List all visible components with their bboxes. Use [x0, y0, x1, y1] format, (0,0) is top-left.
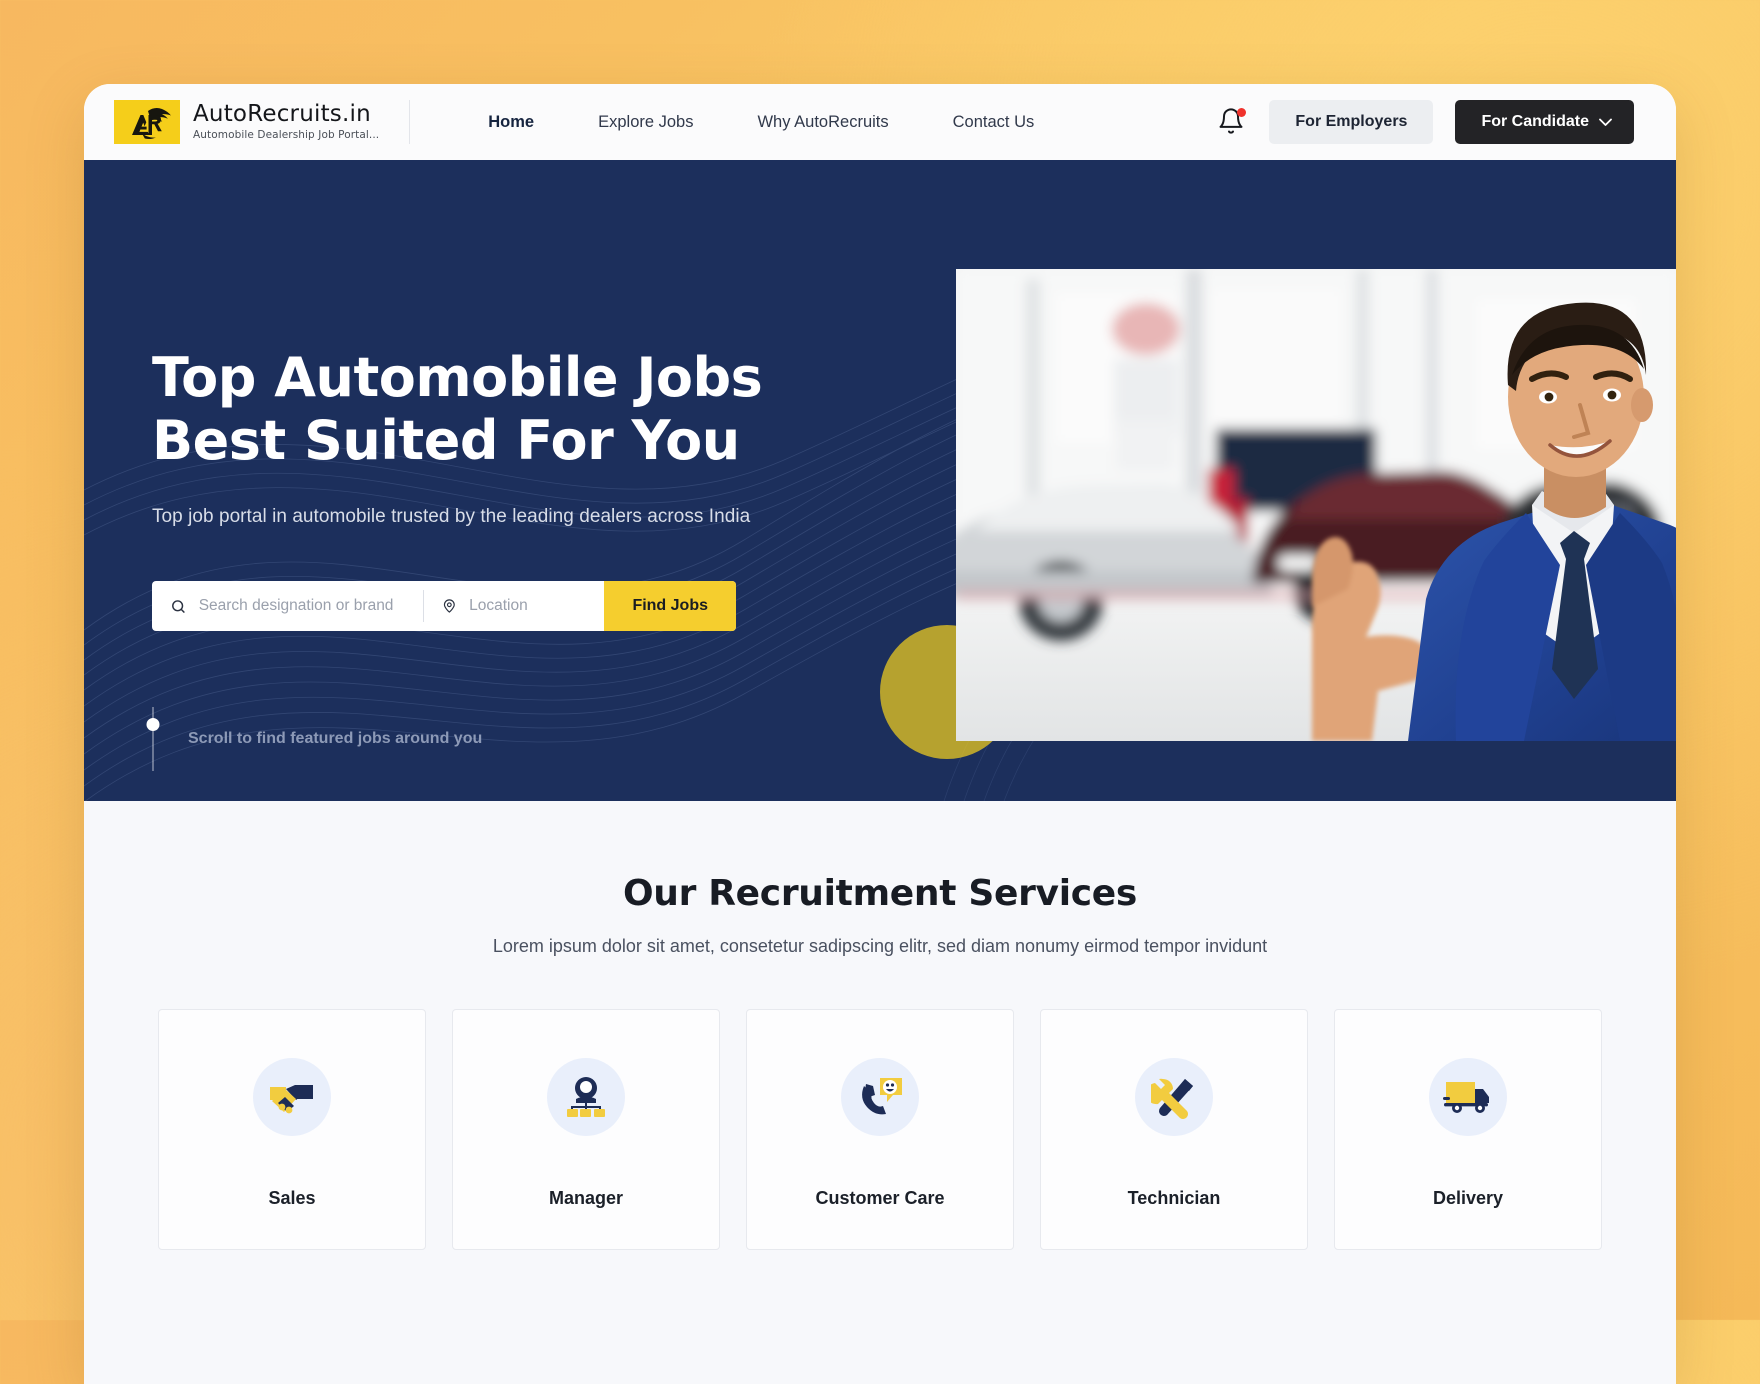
chevron-down-icon [1599, 118, 1612, 126]
job-search-bar: Find Jobs [152, 581, 736, 632]
service-card-sales[interactable]: Sales [158, 1009, 426, 1250]
scroll-indicator-dot [146, 718, 160, 732]
main-nav: Home Explore Jobs Why AutoRecruits Conta… [456, 113, 1066, 132]
services-title: Our Recruitment Services [622, 873, 1138, 914]
services-subtitle: Lorem ipsum dolor sit amet, consetetur s… [492, 936, 1268, 956]
service-card-delivery[interactable]: Delivery [1334, 1009, 1602, 1250]
brand-tagline: Automobile Dealership Job Portal... [193, 129, 380, 142]
hero-title-line-2: Best Suited For You [152, 409, 740, 473]
service-card-label: Technician [1127, 1188, 1221, 1208]
service-card-label: Sales [268, 1188, 316, 1208]
for-candidate-button[interactable]: For Candidate [1455, 100, 1634, 144]
for-candidate-label: For Candidate [1481, 113, 1589, 130]
phone-chat-icon [841, 1058, 919, 1136]
recruitment-services-section: Our Recruitment Services Lorem ipsum dol… [84, 801, 1676, 1384]
hero-title-line-1: Top Automobile Jobs [152, 346, 763, 409]
for-employers-button[interactable]: For Employers [1269, 100, 1434, 144]
location-input[interactable] [469, 597, 587, 616]
hero-subtitle: Top job portal in automobile trusted by … [152, 506, 751, 528]
org-chart-person-icon [547, 1058, 625, 1136]
handshake-icon [253, 1058, 331, 1136]
scroll-hint: Scroll to find featured jobs around you [146, 707, 1676, 772]
service-card-label: Manager [548, 1188, 624, 1208]
autorecruits-logo-icon [114, 100, 180, 144]
search-input[interactable] [198, 597, 406, 616]
brand-logo[interactable]: AutoRecruits.in Automobile Dealership Jo… [114, 100, 409, 144]
map-pin-icon [444, 599, 456, 614]
service-card-customer-care[interactable]: Customer Care [746, 1009, 1014, 1250]
search-icon [172, 600, 185, 613]
wrench-screwdriver-icon [1135, 1058, 1213, 1136]
service-card-manager[interactable]: Manager [452, 1009, 720, 1250]
notifications-button[interactable] [1217, 107, 1247, 137]
service-card-technician[interactable]: Technician [1040, 1009, 1308, 1250]
site-header: AutoRecruits.in Automobile Dealership Jo… [84, 84, 1676, 160]
delivery-truck-icon [1429, 1058, 1507, 1136]
nav-item-contact-us[interactable]: Contact Us [921, 113, 1067, 132]
nav-item-explore-jobs[interactable]: Explore Jobs [566, 113, 725, 132]
keyword-search-field[interactable] [152, 581, 423, 631]
service-card-label: Delivery [1432, 1188, 1504, 1208]
hero-title: Top Automobile Jobs Best Suited For You [152, 346, 1676, 472]
find-jobs-button[interactable]: Find Jobs [604, 581, 736, 632]
nav-item-why-autorecruits[interactable]: Why AutoRecruits [725, 113, 920, 132]
services-card-grid: Sales Manager Customer Care Technician D… [84, 1009, 1676, 1250]
hero-section: Top Automobile Jobs Best Suited For You … [84, 160, 1676, 801]
scroll-indicator-rail [146, 707, 160, 772]
scroll-hint-label: Scroll to find featured jobs around you [188, 730, 483, 748]
nav-item-home[interactable]: Home [456, 113, 566, 132]
location-search-field[interactable] [424, 581, 604, 631]
service-card-label: Customer Care [815, 1188, 945, 1208]
website-page-card: AutoRecruits.in Automobile Dealership Jo… [84, 84, 1676, 1384]
header-divider [409, 100, 411, 144]
header-actions: For Employers For Candidate [1217, 100, 1634, 144]
brand-name: AutoRecruits.in [193, 101, 371, 128]
